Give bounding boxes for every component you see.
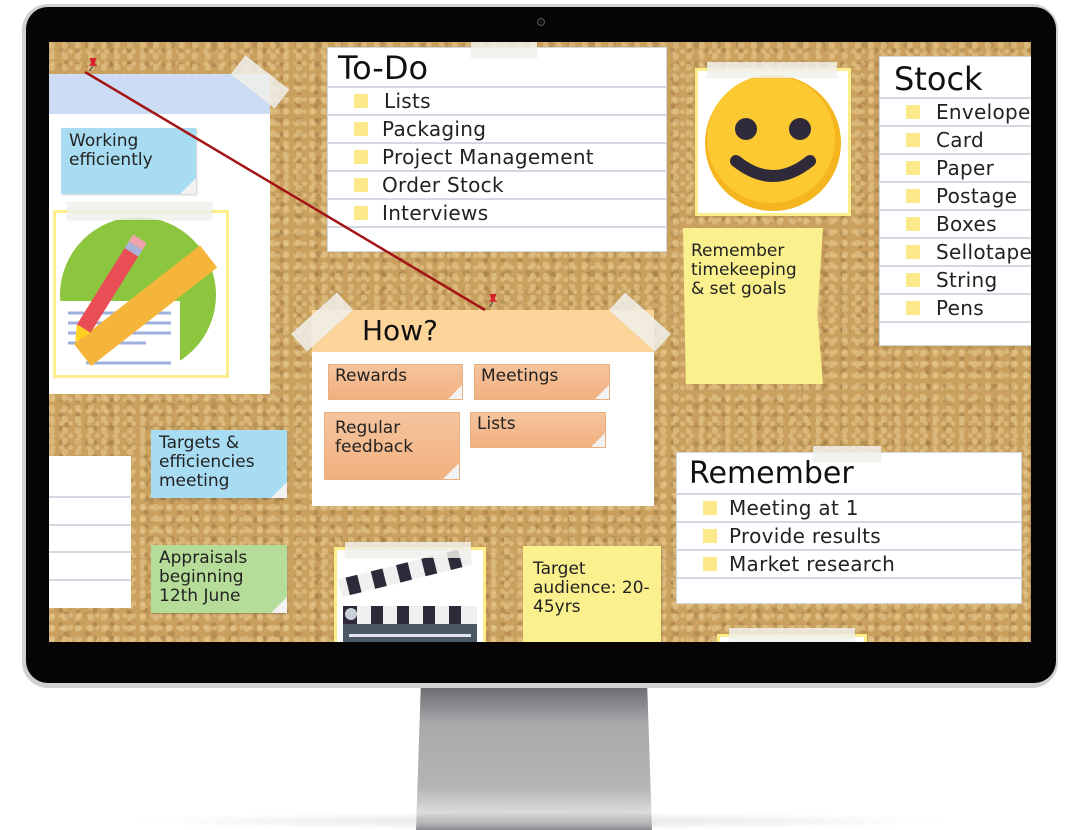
stand-shadow	[120, 812, 960, 830]
push-pin-icon	[488, 294, 498, 308]
red-string	[84, 70, 486, 312]
push-pin-icon	[88, 58, 98, 72]
cork-board-screen: Working efficiently Targets & efficienci…	[49, 42, 1031, 642]
webcam-icon	[537, 18, 545, 26]
monitor-stand	[416, 688, 652, 830]
